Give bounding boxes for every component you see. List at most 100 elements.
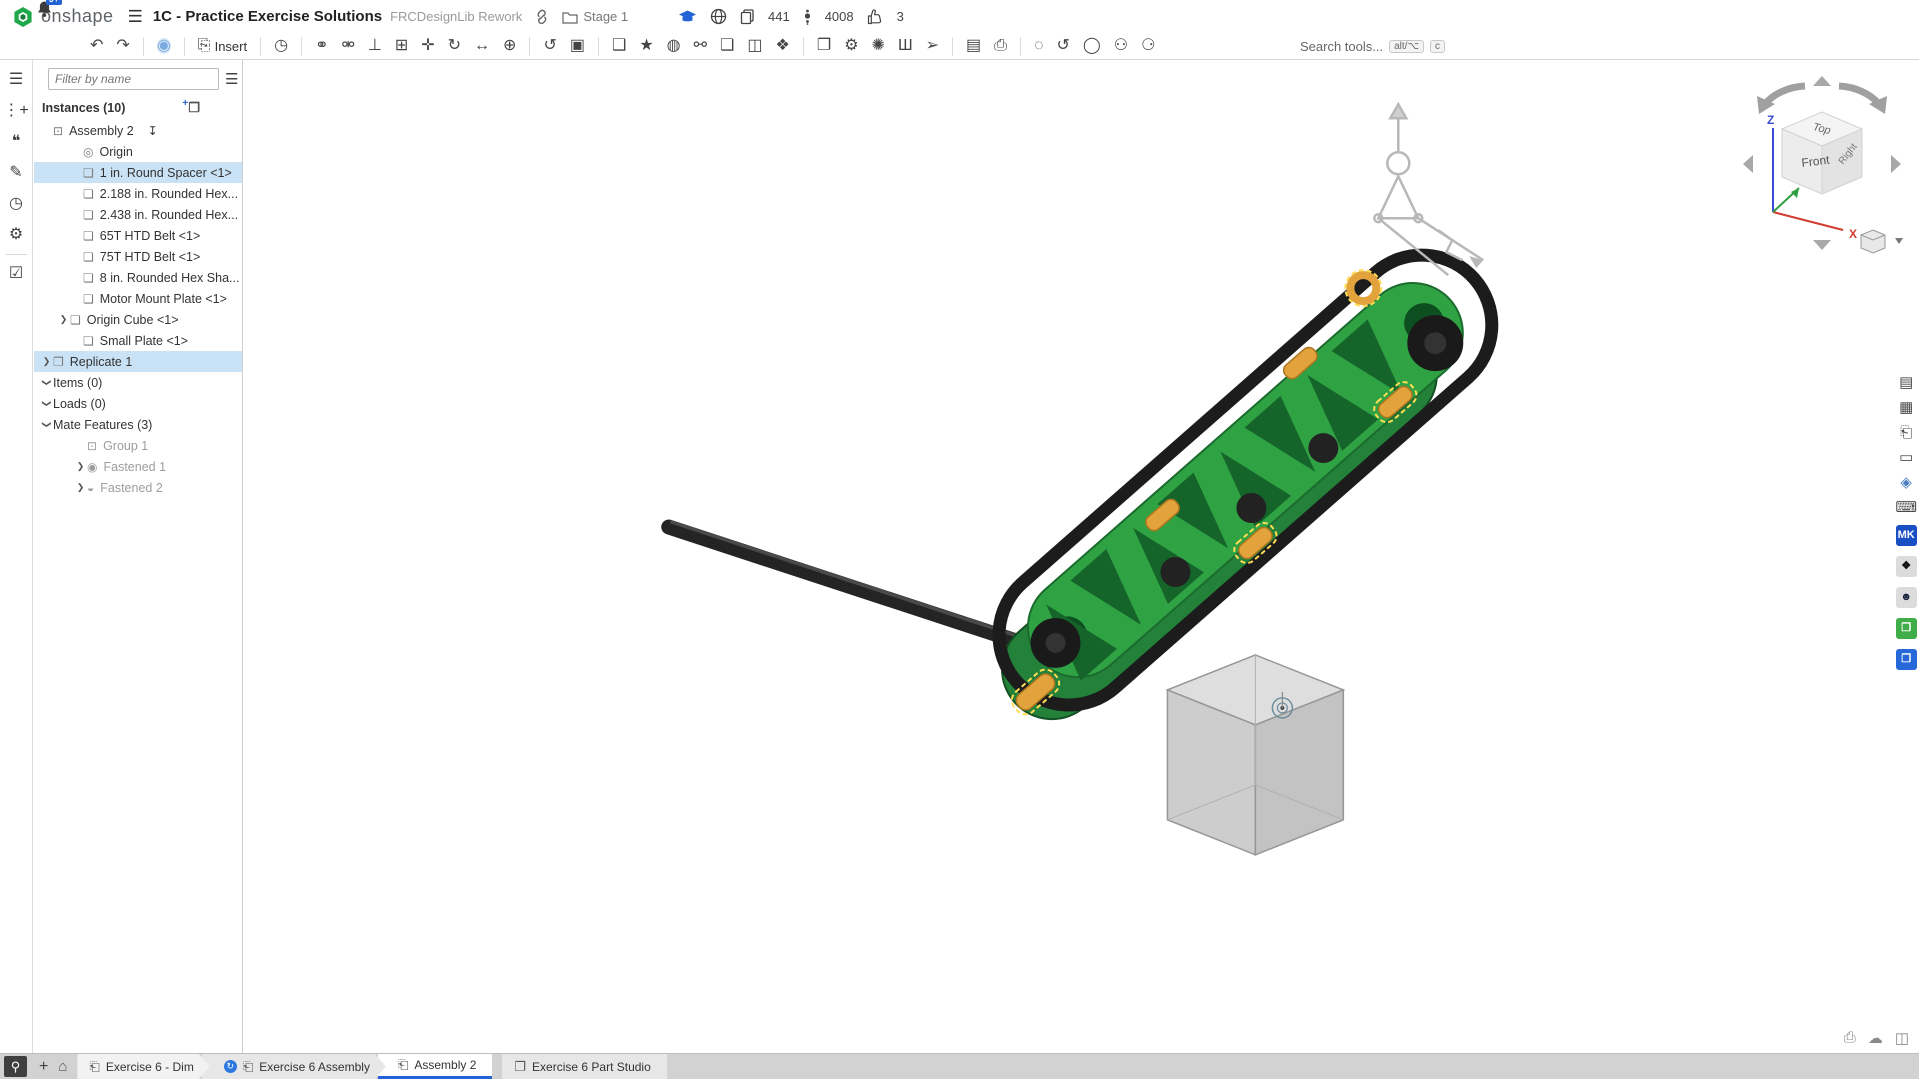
translate-part-button[interactable]: ↔ [472,37,492,55]
render-settings-icon[interactable]: ⎙ [1844,1029,1856,1047]
spur-gear-button[interactable]: ✺ [870,37,887,55]
insert-part-button[interactable]: ❏ [718,37,736,55]
tree-item[interactable]: ❏2.188 in. Rounded Hex... [34,183,242,204]
pan-left-arrow[interactable] [1743,155,1753,173]
likes-icon[interactable] [867,9,884,25]
tree-item[interactable]: ❏75T HTD Belt <1> [34,246,242,267]
origin-cube[interactable] [1167,655,1343,855]
derived-part-button[interactable]: ◍ [665,37,683,55]
layout-views-icon[interactable]: ◫ [1895,1029,1909,1047]
new-folder-icon[interactable]: ❒+ [188,100,200,116]
tree-item[interactable]: ❏1 in. Round Spacer <1> [34,162,242,183]
mate-feature-item[interactable]: ❯◉Fastened 1 [34,456,242,477]
tab-assembly-2[interactable]: ⎗Assembly 2 [378,1054,492,1079]
expand-chevron-icon[interactable]: ❯ [41,418,52,431]
gear-pair-button[interactable]: ⚙ [842,37,860,55]
public-globe-icon[interactable] [710,8,727,25]
section-header[interactable]: ❯Loads (0) [34,393,242,414]
list-view-icon[interactable]: ☰ [225,70,238,88]
fix-anchor-icon[interactable]: ↧ [148,124,158,138]
tree-item[interactable]: ❏Small Plate <1> [34,330,242,351]
robot-extension[interactable]: ☻ [1896,587,1917,608]
section-view-icon[interactable]: ▭ [1899,450,1913,465]
new-tab-button[interactable]: + [39,1058,48,1076]
section-header[interactable]: ❯Items (0) [34,372,242,393]
expand-chevron-icon[interactable]: ❯ [40,356,53,367]
revert-position-button[interactable]: ↺ [541,37,558,55]
mate-feature-item[interactable]: ⊡Group 1 [34,435,242,456]
redo-button[interactable]: ↷ [114,37,131,55]
search-tools[interactable]: Search tools... alt/⌥ c [1292,36,1453,56]
link-icon[interactable] [534,9,550,25]
named-positions-button[interactable]: ▣ [568,37,587,55]
instance-list-icon[interactable]: ☰ [9,72,23,88]
tab-exercise-6-part-studio[interactable]: ❐Exercise 6 Part Studio [502,1054,666,1079]
green-library[interactable]: ❐ [1896,618,1917,639]
tree-item[interactable]: ❏65T HTD Belt <1> [34,225,242,246]
mate-connector-button[interactable]: ⊥ [366,37,384,55]
mkcad-extension[interactable]: MK [1896,525,1917,546]
history-timer-icon[interactable]: ◷ [9,196,23,212]
center-mate-button[interactable]: ⊕ [501,37,518,55]
expand-chevron-icon[interactable]: ❯ [74,461,87,472]
home-tab-icon[interactable]: ⌂ [58,1058,67,1075]
section-header[interactable]: ❯Mate Features (3) [34,414,242,435]
copies-icon[interactable] [740,9,755,25]
pan-right-arrow[interactable] [1891,155,1901,173]
sketch-loop-button[interactable]: ◌ [1032,37,1046,55]
part-studio-link-icon[interactable]: ⎗ [1900,425,1912,440]
favorites-button[interactable]: ★ [637,37,655,55]
view-cube-body[interactable]: Top Front Right [1782,112,1862,194]
update-latest-button[interactable]: ◉ [155,37,173,55]
configurations-icon[interactable]: ▦ [1899,400,1913,415]
expand-chevron-icon[interactable]: ❯ [41,397,52,410]
move-part-button[interactable]: ✛ [419,37,436,55]
mate-feature-item[interactable]: ❯◒Fastened 2 [34,477,242,498]
explode-view-button[interactable]: ⚆ [1139,37,1157,55]
main-menu-icon[interactable]: ☰ [128,7,143,27]
display-states-button[interactable]: ◫ [745,37,764,55]
appearance-panel-button[interactable]: ❖ [774,37,792,55]
create-drawing-button[interactable]: ⎙ [992,37,1009,55]
selection-region-button[interactable]: ❑ [610,37,628,55]
clearance-check-button[interactable]: ⚇ [1112,37,1130,55]
tree-item[interactable]: ❯❐Replicate 1 [34,351,242,372]
animate-button[interactable]: ↺ [1054,37,1071,55]
tree-item[interactable]: ❏Motor Mount Plate <1> [34,288,242,309]
projection-caret-icon[interactable] [1895,238,1903,244]
expand-chevron-icon[interactable]: ❯ [74,482,87,493]
projection-menu[interactable] [1861,230,1903,253]
parts-folder-button[interactable]: ❐ [815,37,833,55]
tree-item[interactable]: ❯❏Origin Cube <1> [34,309,242,330]
blue-library[interactable]: ❐ [1896,649,1917,670]
properties-panel-icon[interactable]: ▤ [1899,375,1913,390]
gem-extension-icon[interactable]: ◈ [1900,475,1912,490]
butterfly-extension[interactable]: ❖ [1896,556,1917,577]
education-plan-icon[interactable] [678,9,697,24]
onshape-logo[interactable]: onshape [12,6,114,28]
history-button[interactable]: ◷ [272,37,290,55]
comments-icon[interactable]: ❝ [12,134,21,150]
hex-shaft[interactable] [669,527,1044,650]
share-context-button[interactable]: ⚯ [692,37,709,55]
checklist-icon[interactable]: ☑ [9,266,23,282]
expand-chevron-icon[interactable]: ❯ [57,314,70,325]
tab-search-button[interactable]: ⚲ [4,1056,27,1077]
folder-location[interactable]: Stage 1 [562,9,628,24]
versions-icon[interactable]: ⋮+ [3,103,28,119]
mate-button[interactable]: ⚭ [313,37,330,55]
expand-chevron-icon[interactable]: ❯ [41,376,52,389]
tree-item[interactable]: ⊡Assembly 2↧ [34,120,242,141]
rotate-right-arrow[interactable] [1839,86,1879,104]
rack-gear-button[interactable]: Ш [896,37,915,55]
tab-exercise-6-dim[interactable]: ⎗Exercise 6 - Dim [77,1054,209,1079]
tab-exercise-6-assembly[interactable]: ↻⎗Exercise 6 Assembly [202,1054,386,1079]
bom-table-button[interactable]: ▤ [964,37,983,55]
rotate-left-arrow[interactable] [1765,86,1805,104]
tilt-down-arrow[interactable] [1813,240,1831,250]
tree-item[interactable]: ◎Origin [34,141,242,162]
design-search-icon[interactable]: ⚙ [9,227,23,243]
follows-icon[interactable] [803,9,812,25]
interference-check-button[interactable]: ◯ [1081,37,1103,55]
tree-item[interactable]: ❏2.438 in. Rounded Hex... [34,204,242,225]
